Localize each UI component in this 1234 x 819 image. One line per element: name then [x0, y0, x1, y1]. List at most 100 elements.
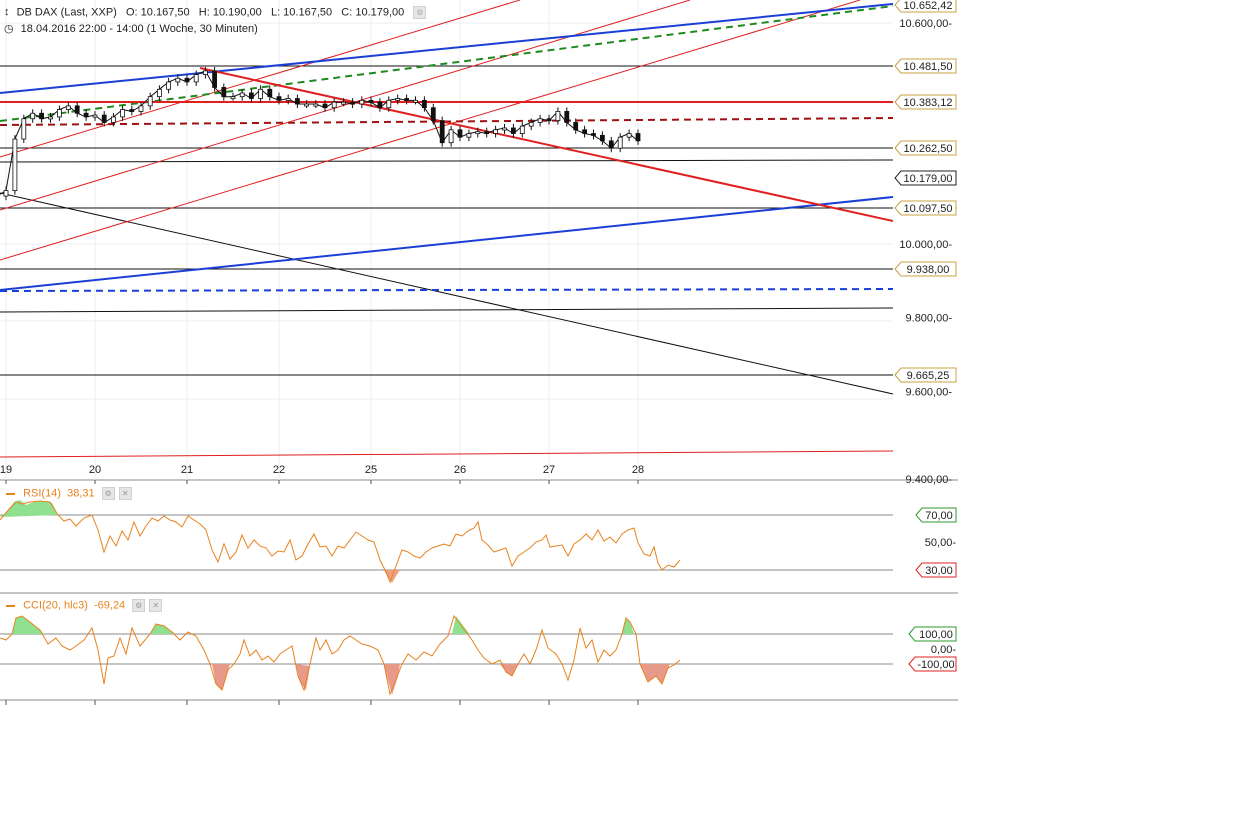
price-grid — [0, 0, 893, 480]
candle-body — [147, 96, 153, 107]
price-tag-label: 9.665,25 — [907, 370, 950, 382]
chart-header: ↕ DB DAX (Last, XXP) O: 10.167,50 H: 10.… — [4, 6, 427, 19]
x-tick-label: 26 — [454, 464, 466, 476]
price-series — [0, 66, 641, 201]
black-trendline — [0, 192, 894, 395]
cci-settings-icon[interactable]: ⚙ — [132, 599, 146, 612]
y-tick-label: 9.800,00- — [906, 313, 953, 325]
candle-body — [166, 81, 172, 90]
high-value: H: 10.190,00 — [198, 6, 262, 19]
candle-body — [421, 99, 427, 109]
candle-body — [92, 114, 98, 118]
candle-body — [129, 109, 135, 112]
y-tick-label: 10.600,00- — [899, 18, 952, 30]
rsi-axis: 70,00 50,00- 30,00 — [915, 507, 957, 578]
candle-body — [258, 88, 264, 99]
candle-body — [386, 99, 392, 109]
candle-body — [617, 136, 623, 149]
cci-value: -69,24 — [93, 599, 126, 612]
candle-body — [519, 125, 525, 134]
price-tag-label: 9.938,00 — [907, 264, 950, 276]
rsi-level-label: 30,00 — [925, 565, 953, 577]
candle-body — [212, 70, 218, 88]
candle-body — [221, 87, 227, 98]
candle-body — [608, 140, 614, 149]
candle-body — [120, 109, 125, 118]
candle-body — [65, 105, 71, 110]
price-tag-label: 10.652,42 — [904, 0, 953, 12]
horizontal-levels — [0, 65, 894, 376]
candle-body — [294, 98, 300, 105]
settings-gear-icon[interactable]: ⚙ — [413, 6, 427, 19]
candle-body — [573, 122, 579, 131]
candle-body — [635, 133, 641, 142]
level-10218 — [0, 159, 894, 163]
candle-body — [377, 101, 383, 109]
candle-body — [626, 133, 632, 138]
rsi-value: 38,31 — [67, 487, 95, 500]
y-tick-label: 10.000,00- — [899, 239, 952, 251]
candle-body — [475, 131, 481, 135]
candle-body — [404, 98, 410, 101]
x-tick-label: 20 — [89, 464, 101, 476]
price-tag-label: 10.262,50 — [904, 143, 953, 155]
candle-body — [340, 101, 346, 105]
candle-body — [30, 112, 36, 120]
candle-body — [466, 133, 472, 138]
candle-body — [457, 129, 463, 138]
candle-body — [600, 134, 605, 142]
rsi-label: RSI(14) — [23, 487, 61, 500]
x-tick-label: 27 — [543, 464, 555, 476]
level-9847 — [0, 307, 894, 313]
x-tick-label: 19 — [0, 464, 12, 476]
rsi-close-icon[interactable]: ✕ — [118, 487, 132, 500]
cci-level-label: 100,00 — [919, 629, 953, 641]
period-text: 18.04.2016 22:00 - 14:00 (1 Woche, 30 Mi… — [20, 23, 258, 35]
price-tag-label: 10.097,50 — [904, 203, 953, 215]
candle-body — [138, 105, 144, 112]
candle-body — [230, 96, 236, 100]
candle-body — [184, 77, 190, 83]
cci-high-fill-1 — [12, 616, 44, 634]
rsi-color-swatch — [6, 492, 15, 495]
candle-body — [322, 103, 328, 109]
candle-body — [248, 92, 254, 99]
red-descending-trendline — [199, 67, 894, 222]
x-tick-label: 22 — [273, 464, 285, 476]
candle-body — [582, 129, 587, 134]
price-axis: 10.600,00- 10.000,00- 9.800,00- 9.600,00- 9.… — [899, 18, 952, 486]
price-tags: 10.652,42 10.481,50 10.383,12 10.262,50 10.1… — [894, 0, 957, 383]
candle-body — [156, 88, 162, 98]
candle-body — [267, 88, 273, 98]
candle-body — [39, 112, 44, 120]
y-tick-label: 9.600,00- — [906, 386, 953, 398]
rsi-settings-icon[interactable]: ⚙ — [101, 487, 115, 500]
candle-body — [74, 105, 80, 114]
candle-body — [276, 96, 282, 101]
candle-body — [175, 77, 181, 83]
price-tag-label: 10.481,50 — [904, 61, 953, 73]
candle-body — [395, 98, 401, 101]
period-line: ◷ 18.04.2016 22:00 - 14:00 (1 Woche, 30 … — [4, 22, 258, 35]
candle-body — [555, 111, 561, 122]
candle-body — [546, 118, 552, 122]
candle-body — [528, 122, 534, 127]
candle-body — [350, 101, 356, 105]
candle-body — [413, 99, 418, 103]
cci-level-label: 0,00- — [931, 644, 956, 656]
rsi-level-label: 50,00- — [925, 537, 957, 549]
low-value: L: 10.167,50 — [270, 6, 333, 19]
cci-level-label: -100,00 — [917, 659, 954, 671]
x-tick-label: 25 — [365, 464, 377, 476]
candle-body — [368, 99, 374, 103]
instrument-title: DB DAX (Last, XXP) — [16, 6, 117, 19]
rsi-panel — [0, 500, 893, 584]
chart-canvas: 10.600,00- 10.000,00- 9.800,00- 9.600,00- 9.… — [0, 0, 958, 705]
cci-close-icon[interactable]: ✕ — [149, 599, 163, 612]
candle-body — [502, 127, 507, 131]
y-tick-label: 9.400,00- — [906, 474, 953, 486]
close-value: C: 10.179,00 — [341, 6, 405, 19]
candle-body — [430, 107, 436, 122]
candle-body — [12, 138, 18, 191]
candle-body — [3, 190, 9, 197]
